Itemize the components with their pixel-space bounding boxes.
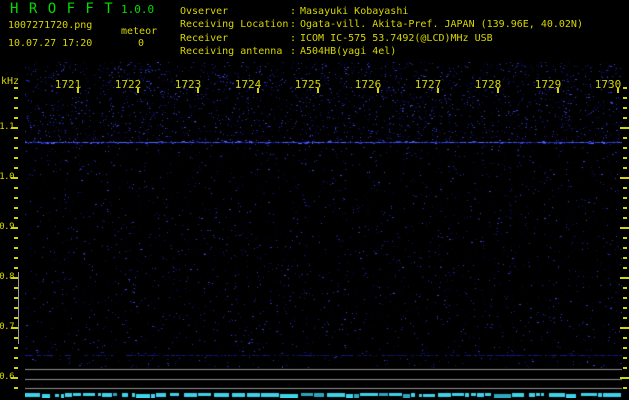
time-tick	[617, 88, 619, 93]
freq-major-tick	[11, 277, 18, 279]
station-field-separator: :	[290, 32, 297, 44]
station-field-separator: :	[290, 19, 297, 31]
capture-filename: 1007271720.png	[8, 20, 93, 31]
freq-major-tick	[620, 377, 629, 379]
freq-major-tick	[620, 127, 629, 129]
level-scale-line	[18, 272, 19, 344]
freq-major-tick	[620, 327, 629, 329]
hrofft-window: H R O F F T 1.0.0 1007271720.png meteor …	[0, 0, 629, 400]
station-field-value: Ogata-vill. Akita-Pref. JAPAN (139.96E, …	[300, 19, 583, 31]
station-field-value: ICOM IC-575 53.7492(@LCD)MHz USB	[300, 32, 493, 44]
freq-major-tick	[620, 277, 629, 279]
time-tick-label: 1727	[414, 78, 442, 91]
station-field-label: Receiver	[180, 32, 229, 44]
freq-major-tick	[11, 377, 18, 379]
freq-axis-minor-ticks-left	[14, 87, 18, 391]
time-tick	[197, 88, 199, 93]
freq-major-tick	[620, 177, 629, 179]
spectrogram-canvas	[25, 62, 622, 398]
freq-major-tick	[11, 127, 18, 129]
time-tick-label: 1730	[594, 78, 622, 91]
time-tick	[77, 88, 79, 93]
time-tick	[437, 88, 439, 93]
time-tick-label: 1728	[474, 78, 502, 91]
station-field-separator: :	[290, 46, 297, 58]
time-tick-label: 1723	[174, 78, 202, 91]
time-tick	[257, 88, 259, 93]
time-tick	[377, 88, 379, 93]
station-info-row: Receiving Location: Ogata-vill. Akita-Pre…	[180, 18, 583, 31]
freq-major-tick	[620, 227, 629, 229]
station-field-value: A504HB(yagi 4el)	[300, 46, 397, 58]
station-field-label: Receiving antenna	[180, 46, 283, 58]
time-tick-label: 1729	[534, 78, 562, 91]
app-version: 1.0.0	[121, 3, 155, 16]
time-tick	[317, 88, 319, 93]
time-tick	[137, 88, 139, 93]
station-field-label: Ovserver	[180, 6, 229, 17]
freq-axis-unit-label: kHz	[1, 76, 20, 87]
freq-major-tick	[11, 227, 18, 229]
meteor-counter-value: 0	[138, 38, 145, 49]
time-tick	[497, 88, 499, 93]
time-tick	[557, 88, 559, 93]
time-tick-label: 1725	[294, 78, 322, 91]
station-field-separator: :	[290, 6, 297, 17]
time-tick-label: 1724	[234, 78, 262, 91]
freq-axis-minor-ticks-right	[623, 87, 627, 391]
time-tick-label: 1722	[114, 78, 142, 91]
app-title: H R O F F T	[10, 1, 114, 17]
station-info-row: Ovserver: Masayuki Kobayashi	[180, 5, 583, 18]
time-tick-label: 1721	[54, 78, 82, 91]
station-info-block: Ovserver: Masayuki Kobayashi Receiving Loc…	[180, 5, 583, 59]
station-info-row: Receiving antenna: A504HB(yagi 4el)	[180, 45, 583, 58]
meteor-counter-label: meteor	[121, 26, 158, 37]
station-field-label: Receiving Location	[180, 19, 289, 31]
freq-major-tick	[11, 177, 18, 179]
time-tick-label: 1726	[354, 78, 382, 91]
station-info-row: Receiver: ICOM IC-575 53.7492(@LCD)MHz US…	[180, 32, 583, 45]
freq-major-tick	[11, 327, 18, 329]
capture-timestamp: 10.07.27 17:20	[8, 38, 93, 49]
station-field-value: Masayuki Kobayashi	[300, 6, 409, 17]
